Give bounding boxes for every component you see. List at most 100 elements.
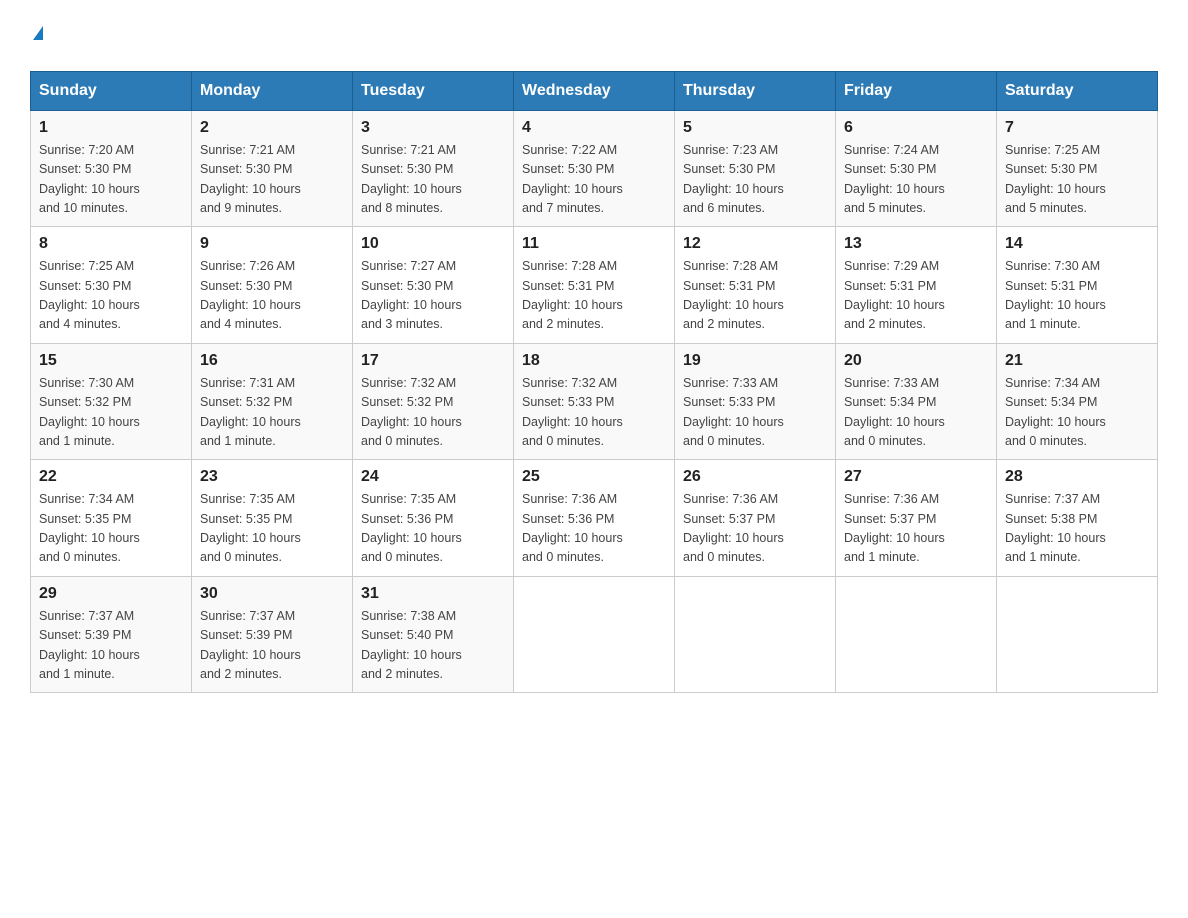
calendar-cell: 3 Sunrise: 7:21 AMSunset: 5:30 PMDayligh… — [353, 110, 514, 227]
calendar-cell: 25 Sunrise: 7:36 AMSunset: 5:36 PMDaylig… — [514, 460, 675, 577]
day-info: Sunrise: 7:34 AMSunset: 5:35 PMDaylight:… — [39, 492, 140, 564]
calendar-cell: 31 Sunrise: 7:38 AMSunset: 5:40 PMDaylig… — [353, 576, 514, 693]
day-number: 14 — [1005, 235, 1149, 253]
day-info: Sunrise: 7:36 AMSunset: 5:37 PMDaylight:… — [683, 492, 784, 564]
calendar-body: 1 Sunrise: 7:20 AMSunset: 5:30 PMDayligh… — [31, 110, 1158, 693]
calendar-header: SundayMondayTuesdayWednesdayThursdayFrid… — [31, 71, 1158, 110]
calendar-cell — [997, 576, 1158, 693]
day-number: 18 — [522, 352, 666, 370]
calendar-cell: 24 Sunrise: 7:35 AMSunset: 5:36 PMDaylig… — [353, 460, 514, 577]
calendar-cell: 15 Sunrise: 7:30 AMSunset: 5:32 PMDaylig… — [31, 343, 192, 460]
calendar-cell: 21 Sunrise: 7:34 AMSunset: 5:34 PMDaylig… — [997, 343, 1158, 460]
calendar-cell: 20 Sunrise: 7:33 AMSunset: 5:34 PMDaylig… — [836, 343, 997, 460]
day-info: Sunrise: 7:30 AMSunset: 5:32 PMDaylight:… — [39, 376, 140, 448]
day-number: 20 — [844, 352, 988, 370]
day-info: Sunrise: 7:30 AMSunset: 5:31 PMDaylight:… — [1005, 259, 1106, 331]
calendar-cell — [836, 576, 997, 693]
calendar-cell: 7 Sunrise: 7:25 AMSunset: 5:30 PMDayligh… — [997, 110, 1158, 227]
week-row-2: 8 Sunrise: 7:25 AMSunset: 5:30 PMDayligh… — [31, 227, 1158, 344]
day-info: Sunrise: 7:24 AMSunset: 5:30 PMDaylight:… — [844, 143, 945, 215]
day-number: 26 — [683, 468, 827, 486]
day-info: Sunrise: 7:33 AMSunset: 5:34 PMDaylight:… — [844, 376, 945, 448]
day-info: Sunrise: 7:31 AMSunset: 5:32 PMDaylight:… — [200, 376, 301, 448]
day-number: 1 — [39, 119, 183, 137]
day-info: Sunrise: 7:20 AMSunset: 5:30 PMDaylight:… — [39, 143, 140, 215]
day-number: 17 — [361, 352, 505, 370]
day-number: 28 — [1005, 468, 1149, 486]
day-number: 11 — [522, 235, 666, 253]
calendar-cell: 6 Sunrise: 7:24 AMSunset: 5:30 PMDayligh… — [836, 110, 997, 227]
calendar-table: SundayMondayTuesdayWednesdayThursdayFrid… — [30, 71, 1158, 694]
weekday-header-wednesday: Wednesday — [514, 71, 675, 110]
day-number: 19 — [683, 352, 827, 370]
day-info: Sunrise: 7:37 AMSunset: 5:39 PMDaylight:… — [200, 609, 301, 681]
day-info: Sunrise: 7:37 AMSunset: 5:38 PMDaylight:… — [1005, 492, 1106, 564]
day-number: 15 — [39, 352, 183, 370]
day-info: Sunrise: 7:25 AMSunset: 5:30 PMDaylight:… — [39, 259, 140, 331]
day-info: Sunrise: 7:28 AMSunset: 5:31 PMDaylight:… — [522, 259, 623, 331]
calendar-cell: 10 Sunrise: 7:27 AMSunset: 5:30 PMDaylig… — [353, 227, 514, 344]
calendar-cell: 28 Sunrise: 7:37 AMSunset: 5:38 PMDaylig… — [997, 460, 1158, 577]
weekday-header-sunday: Sunday — [31, 71, 192, 110]
calendar-cell: 30 Sunrise: 7:37 AMSunset: 5:39 PMDaylig… — [192, 576, 353, 693]
day-number: 29 — [39, 585, 183, 603]
calendar-cell: 9 Sunrise: 7:26 AMSunset: 5:30 PMDayligh… — [192, 227, 353, 344]
calendar-cell: 13 Sunrise: 7:29 AMSunset: 5:31 PMDaylig… — [836, 227, 997, 344]
day-info: Sunrise: 7:32 AMSunset: 5:32 PMDaylight:… — [361, 376, 462, 448]
weekday-row: SundayMondayTuesdayWednesdayThursdayFrid… — [31, 71, 1158, 110]
calendar-cell: 27 Sunrise: 7:36 AMSunset: 5:37 PMDaylig… — [836, 460, 997, 577]
weekday-header-friday: Friday — [836, 71, 997, 110]
day-number: 24 — [361, 468, 505, 486]
day-info: Sunrise: 7:28 AMSunset: 5:31 PMDaylight:… — [683, 259, 784, 331]
day-info: Sunrise: 7:21 AMSunset: 5:30 PMDaylight:… — [200, 143, 301, 215]
calendar-cell: 1 Sunrise: 7:20 AMSunset: 5:30 PMDayligh… — [31, 110, 192, 227]
day-info: Sunrise: 7:29 AMSunset: 5:31 PMDaylight:… — [844, 259, 945, 331]
calendar-cell: 18 Sunrise: 7:32 AMSunset: 5:33 PMDaylig… — [514, 343, 675, 460]
calendar-cell: 12 Sunrise: 7:28 AMSunset: 5:31 PMDaylig… — [675, 227, 836, 344]
day-info: Sunrise: 7:38 AMSunset: 5:40 PMDaylight:… — [361, 609, 462, 681]
day-number: 21 — [1005, 352, 1149, 370]
day-number: 27 — [844, 468, 988, 486]
calendar-cell — [675, 576, 836, 693]
weekday-header-tuesday: Tuesday — [353, 71, 514, 110]
day-number: 23 — [200, 468, 344, 486]
day-number: 6 — [844, 119, 988, 137]
calendar-cell: 11 Sunrise: 7:28 AMSunset: 5:31 PMDaylig… — [514, 227, 675, 344]
day-number: 7 — [1005, 119, 1149, 137]
calendar-cell: 5 Sunrise: 7:23 AMSunset: 5:30 PMDayligh… — [675, 110, 836, 227]
calendar-cell: 14 Sunrise: 7:30 AMSunset: 5:31 PMDaylig… — [997, 227, 1158, 344]
logo-text — [30, 20, 43, 51]
week-row-5: 29 Sunrise: 7:37 AMSunset: 5:39 PMDaylig… — [31, 576, 1158, 693]
day-number: 10 — [361, 235, 505, 253]
day-info: Sunrise: 7:35 AMSunset: 5:36 PMDaylight:… — [361, 492, 462, 564]
calendar-cell: 26 Sunrise: 7:36 AMSunset: 5:37 PMDaylig… — [675, 460, 836, 577]
day-number: 30 — [200, 585, 344, 603]
calendar-cell: 22 Sunrise: 7:34 AMSunset: 5:35 PMDaylig… — [31, 460, 192, 577]
day-info: Sunrise: 7:26 AMSunset: 5:30 PMDaylight:… — [200, 259, 301, 331]
calendar-cell — [514, 576, 675, 693]
page-header — [30, 20, 1158, 51]
day-info: Sunrise: 7:23 AMSunset: 5:30 PMDaylight:… — [683, 143, 784, 215]
logo — [30, 20, 43, 51]
day-info: Sunrise: 7:34 AMSunset: 5:34 PMDaylight:… — [1005, 376, 1106, 448]
day-number: 9 — [200, 235, 344, 253]
weekday-header-thursday: Thursday — [675, 71, 836, 110]
day-number: 8 — [39, 235, 183, 253]
calendar-cell: 29 Sunrise: 7:37 AMSunset: 5:39 PMDaylig… — [31, 576, 192, 693]
week-row-3: 15 Sunrise: 7:30 AMSunset: 5:32 PMDaylig… — [31, 343, 1158, 460]
day-info: Sunrise: 7:35 AMSunset: 5:35 PMDaylight:… — [200, 492, 301, 564]
weekday-header-saturday: Saturday — [997, 71, 1158, 110]
day-number: 5 — [683, 119, 827, 137]
calendar-cell: 4 Sunrise: 7:22 AMSunset: 5:30 PMDayligh… — [514, 110, 675, 227]
calendar-cell: 17 Sunrise: 7:32 AMSunset: 5:32 PMDaylig… — [353, 343, 514, 460]
week-row-1: 1 Sunrise: 7:20 AMSunset: 5:30 PMDayligh… — [31, 110, 1158, 227]
day-number: 3 — [361, 119, 505, 137]
day-info: Sunrise: 7:36 AMSunset: 5:36 PMDaylight:… — [522, 492, 623, 564]
day-info: Sunrise: 7:21 AMSunset: 5:30 PMDaylight:… — [361, 143, 462, 215]
weekday-header-monday: Monday — [192, 71, 353, 110]
day-number: 22 — [39, 468, 183, 486]
day-number: 4 — [522, 119, 666, 137]
day-number: 16 — [200, 352, 344, 370]
day-info: Sunrise: 7:22 AMSunset: 5:30 PMDaylight:… — [522, 143, 623, 215]
day-number: 2 — [200, 119, 344, 137]
